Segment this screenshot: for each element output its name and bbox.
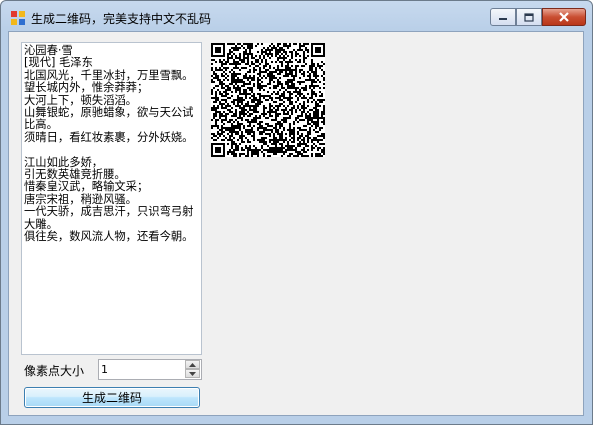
- close-button[interactable]: [542, 8, 586, 26]
- app-icon: [11, 11, 25, 25]
- qr-code-image: [211, 43, 325, 157]
- poem-text: 沁园春·雪 [现代] 毛泽东 北国风光，千里冰封，万里雪飘。 望长城内外，惟余莽…: [24, 44, 194, 244]
- maximize-button[interactable]: [516, 8, 542, 26]
- window-title: 生成二维码，完美支持中文不乱码: [31, 12, 212, 26]
- main-window: 生成二维码，完美支持中文不乱码 沁园春·雪 [现代] 毛泽东 北国风光，千里冰封…: [0, 0, 593, 425]
- chevron-up-icon: [189, 362, 196, 367]
- title-bar[interactable]: 生成二维码，完美支持中文不乱码: [1, 1, 592, 31]
- generate-qr-button[interactable]: 生成二维码: [24, 387, 200, 408]
- form-client-area: 沁园春·雪 [现代] 毛泽东 北国风光，千里冰封，万里雪飘。 望长城内外，惟余莽…: [8, 31, 584, 416]
- pixel-size-label: 像素点大小: [24, 364, 85, 378]
- minimize-icon: [499, 18, 507, 20]
- minimize-button[interactable]: [490, 8, 516, 26]
- stepper-up-button[interactable]: [185, 360, 200, 369]
- stepper-down-button[interactable]: [185, 369, 200, 378]
- maximize-icon: [524, 12, 534, 22]
- chevron-down-icon: [189, 371, 196, 376]
- caption-buttons: [490, 8, 586, 26]
- pixel-size-input[interactable]: [101, 361, 183, 378]
- close-icon: [559, 12, 569, 22]
- pixel-size-stepper[interactable]: [98, 359, 202, 380]
- poem-textbox[interactable]: 沁园春·雪 [现代] 毛泽东 北国风光，千里冰封，万里雪飘。 望长城内外，惟余莽…: [21, 42, 202, 355]
